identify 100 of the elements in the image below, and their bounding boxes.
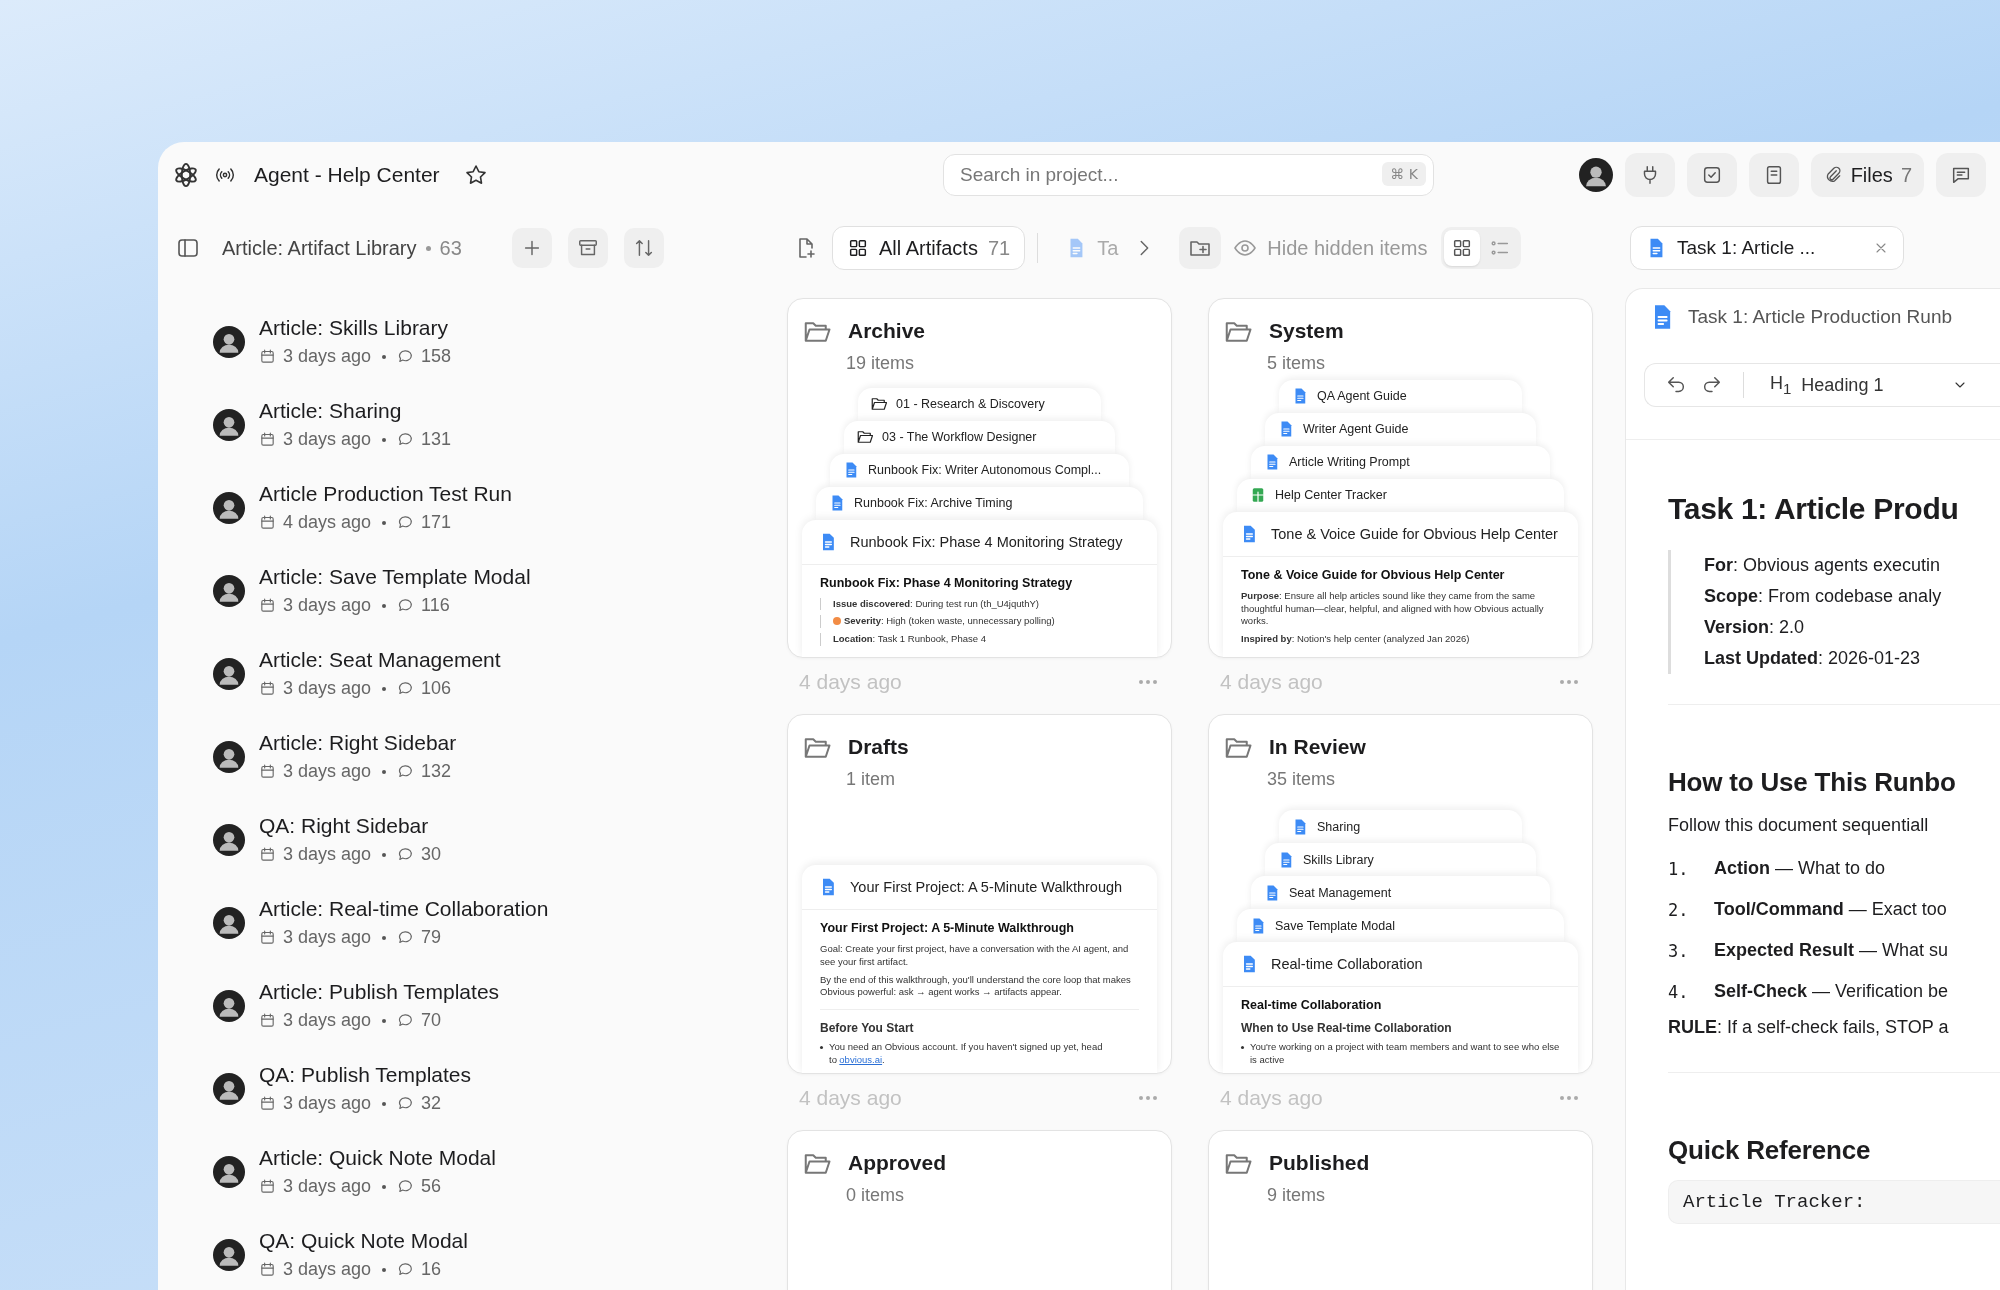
document-heading: Task 1: Article Produ bbox=[1668, 492, 1960, 526]
artifact-title[interactable]: Article: Skills Library bbox=[259, 316, 452, 340]
logo-icon bbox=[172, 161, 200, 189]
folder-name: In Review bbox=[1269, 735, 1366, 759]
file-card[interactable]: Sharing bbox=[1279, 810, 1522, 844]
file-card[interactable]: Help Center Tracker bbox=[1237, 478, 1564, 512]
file-card[interactable]: Save Template Modal bbox=[1237, 909, 1564, 943]
comment-icon bbox=[397, 763, 415, 780]
document-preview[interactable] bbox=[1223, 511, 1578, 657]
item-count: 35 items bbox=[1267, 769, 1337, 790]
quote-line: Last Updated: 2026-01-23 bbox=[1704, 647, 1922, 670]
file-card[interactable]: 03 - The Workflow Designer bbox=[844, 420, 1115, 454]
section-heading: How to Use This Runbo bbox=[1668, 767, 1957, 798]
integrations-button[interactable] bbox=[1624, 153, 1675, 197]
list-number: 4. bbox=[1668, 981, 1690, 1002]
file-card[interactable]: Skills Library bbox=[1265, 843, 1536, 877]
file-card[interactable]: QA Agent Guide bbox=[1279, 379, 1522, 413]
grid-view-button[interactable] bbox=[1444, 230, 1481, 266]
file-card[interactable]: Seat Management bbox=[1251, 876, 1550, 910]
avatar bbox=[213, 408, 245, 441]
comment-icon bbox=[397, 1095, 415, 1112]
timestamp: 3 days ago bbox=[283, 1010, 372, 1031]
document-tab[interactable]: Task 1: Article ... bbox=[1630, 226, 1904, 270]
file-card[interactable]: Writer Agent Guide bbox=[1265, 412, 1536, 446]
file-name: Sharing bbox=[1317, 819, 1361, 834]
separator-dot bbox=[382, 852, 387, 857]
calendar-icon bbox=[259, 929, 276, 946]
section-heading: Quick Reference bbox=[1668, 1135, 1872, 1166]
artifact-title[interactable]: QA: Publish Templates bbox=[259, 1063, 472, 1087]
avatar bbox=[213, 1072, 245, 1105]
comment-count: 30 bbox=[421, 844, 442, 865]
preview-heading: Before You Start bbox=[820, 1020, 915, 1037]
list-text: Tool/Command — Exact too bbox=[1714, 899, 1947, 920]
artifact-title[interactable]: Article: Publish Templates bbox=[259, 980, 500, 1004]
artifact-title[interactable]: QA: Right Sidebar bbox=[259, 814, 442, 838]
folder-card[interactable] bbox=[787, 714, 1172, 1074]
preview-title: Your First Project: A 5-Minute Walkthrough bbox=[820, 920, 1075, 937]
separator-dot bbox=[382, 354, 387, 359]
file-card[interactable]: Runbook Fix: Archive Timing bbox=[816, 486, 1143, 520]
folder-card[interactable]: Published 9 items bbox=[1208, 1130, 1593, 1290]
file-card[interactable]: Article Writing Prompt bbox=[1251, 445, 1550, 479]
document-preview[interactable]: Real-time Collaboration Real-time Collaboration When to Use Real-time Collaboration You're working on a project with team members and want to see who else is active bbox=[1223, 942, 1578, 1073]
comment-count: 32 bbox=[421, 1093, 442, 1114]
file-card[interactable]: 01 - Research & Discovery bbox=[858, 387, 1101, 421]
item-count: 0 items bbox=[846, 1185, 906, 1206]
artifact-title[interactable]: Article: Right Sidebar bbox=[259, 731, 457, 755]
document-preview[interactable] bbox=[802, 865, 1157, 1073]
folder-card[interactable] bbox=[787, 298, 1172, 658]
add-button[interactable] bbox=[511, 228, 552, 268]
timestamp: 4 days ago bbox=[799, 1086, 902, 1110]
tab[interactable]: All Artifacts 71 bbox=[832, 226, 1026, 270]
artifact-title[interactable]: Article: Quick Note Modal bbox=[259, 1146, 496, 1170]
timestamp: 3 days ago bbox=[283, 927, 372, 948]
calendar-icon bbox=[259, 680, 276, 697]
artifact-title[interactable]: Article: Save Template Modal bbox=[259, 565, 531, 589]
paragraph: Follow this document sequentiall bbox=[1668, 814, 1930, 837]
file-name: QA Agent Guide bbox=[1317, 389, 1407, 404]
folder-name: System bbox=[1269, 319, 1344, 343]
more-icon bbox=[1557, 679, 1581, 685]
artifact-title[interactable]: Article: Real-time Collaboration bbox=[259, 897, 549, 921]
list-number: 2. bbox=[1668, 899, 1690, 920]
preview-text: Severity: High (token waste, unnecessary polling) bbox=[820, 615, 1139, 629]
tasks-button[interactable] bbox=[1686, 153, 1737, 197]
files-button[interactable]: Files 7 bbox=[1810, 153, 1924, 197]
sort-button[interactable] bbox=[623, 228, 664, 268]
file-card[interactable]: Runbook Fix: Writer Autonomous Compl... bbox=[830, 453, 1129, 487]
keyboard-shortcut: ⌘ K bbox=[1382, 162, 1426, 186]
notes-button[interactable] bbox=[1748, 153, 1799, 197]
timestamp: 4 days ago bbox=[1220, 670, 1323, 694]
calendar-icon bbox=[259, 763, 276, 780]
item-count: 1 item bbox=[846, 769, 897, 790]
new-folder-button[interactable] bbox=[1179, 227, 1222, 269]
folder-card[interactable]: Approved 0 items bbox=[787, 1130, 1172, 1290]
spreadsheet-icon bbox=[1249, 486, 1267, 505]
avatar bbox=[213, 325, 245, 358]
archive-button[interactable] bbox=[567, 228, 608, 268]
artifact-title[interactable]: Article Production Test Run bbox=[259, 482, 512, 506]
list-text: Self-Check — Verification be bbox=[1714, 981, 1949, 1002]
file-name: Skills Library bbox=[1303, 852, 1374, 867]
separator-dot bbox=[382, 437, 387, 442]
timestamp: 3 days ago bbox=[283, 844, 372, 865]
chat-button[interactable] bbox=[1936, 153, 1986, 197]
calendar-icon bbox=[259, 1012, 276, 1029]
comment-count: 16 bbox=[421, 1259, 442, 1280]
artifact-title[interactable]: Article: Seat Management bbox=[259, 648, 501, 672]
folder-name: Approved bbox=[848, 1151, 946, 1175]
artifact-title[interactable]: QA: Quick Note Modal bbox=[259, 1229, 468, 1253]
block-type-dropdown[interactable]: H$_{1}$ Heading 1 bbox=[1764, 373, 1974, 397]
separator-dot bbox=[382, 603, 387, 608]
calendar-icon bbox=[259, 846, 276, 863]
folder-card[interactable] bbox=[1208, 298, 1593, 658]
separator-dot bbox=[382, 1018, 387, 1023]
calendar-icon bbox=[259, 431, 276, 448]
quote-line: Scope: From codebase analy bbox=[1704, 585, 1943, 608]
timestamp: 4 days ago bbox=[799, 670, 902, 694]
preview-text: Purpose: Ensure all help articles sound like they came from the same thoughtful human—clear, helpful, and aligned with how Obvious actually works. bbox=[1241, 589, 1545, 629]
comment-count: 132 bbox=[421, 761, 452, 782]
folder-card[interactable] bbox=[1208, 714, 1593, 1074]
document-preview[interactable] bbox=[802, 519, 1157, 657]
artifact-title[interactable]: Article: Sharing bbox=[259, 399, 452, 423]
